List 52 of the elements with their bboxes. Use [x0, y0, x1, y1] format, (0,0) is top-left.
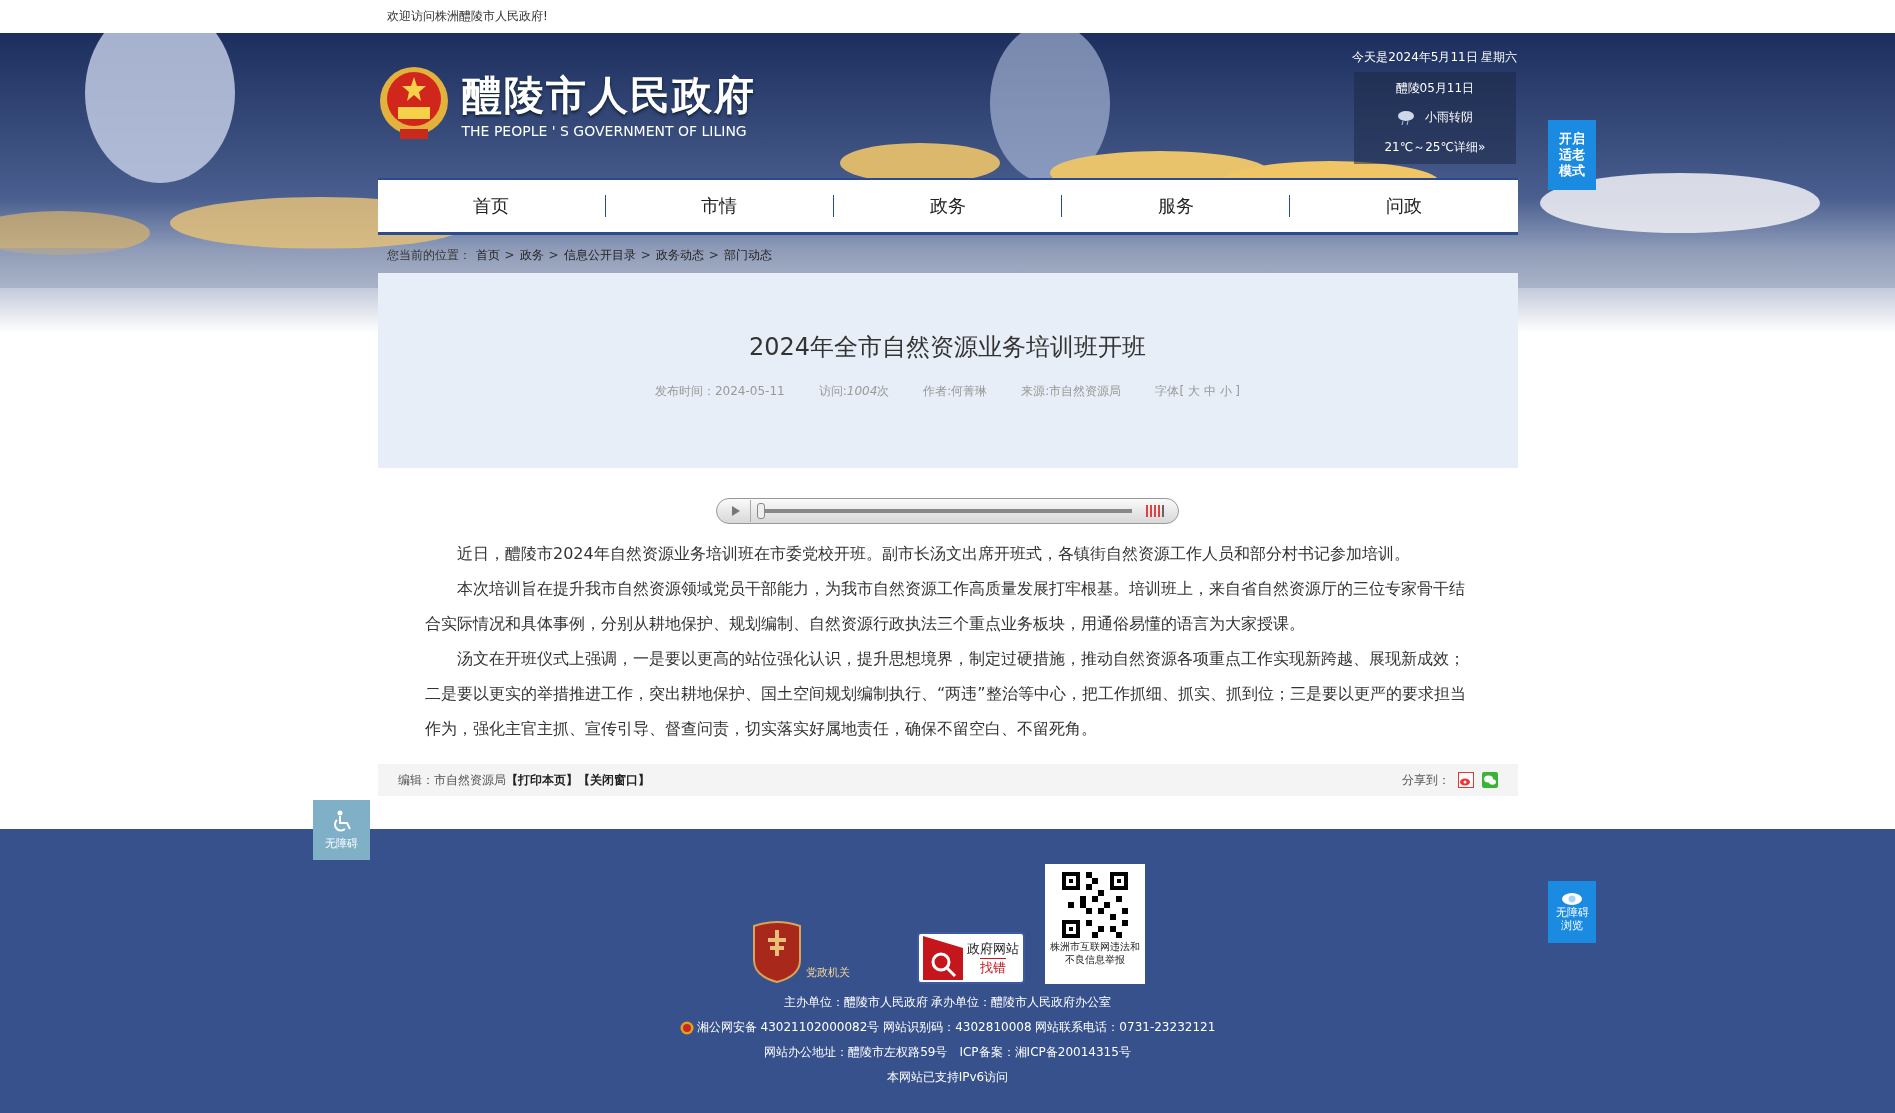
- nav-item[interactable]: 政务: [832, 195, 1062, 217]
- footer-info: 主办单位：醴陵市人民政府 承办单位：醴陵市人民政府办公室: [783, 994, 1112, 1011]
- footer-link[interactable]: 【打印本页】: [505, 771, 578, 789]
- eye-icon: [1561, 892, 1583, 906]
- site-title: 醴陵市人民政府: [461, 70, 756, 120]
- accessible-browse-button[interactable]: 无障碍浏览: [1548, 881, 1596, 943]
- find-error-badge[interactable]: 政府网站 找错: [917, 932, 1025, 984]
- article-meta: 发布时间：2024-05-11: [654, 383, 785, 400]
- weibo-icon[interactable]: [1457, 772, 1474, 788]
- article-meta: 来源:市自然资源局: [1021, 383, 1122, 400]
- breadcrumb-separator: >: [640, 248, 651, 262]
- share-label: 分享到：: [1401, 771, 1450, 789]
- breadcrumb-separator: >: [708, 248, 719, 262]
- breadcrumb-link[interactable]: 政务动态: [655, 246, 704, 264]
- breadcrumb-link[interactable]: 首页: [475, 246, 500, 264]
- article-meta: 作者:何菁琳: [923, 383, 988, 400]
- elder-mode-button[interactable]: 开启适老模式: [1548, 120, 1596, 190]
- qr-code-card[interactable]: 株洲市互联网违法和不良信息举报: [1045, 864, 1145, 984]
- footer-info: 湘公网安备 43021102000082号 网站识别码：4302810008 网站联系电话：0731-23232121: [696, 1019, 1216, 1036]
- welcome-text: 欢迎访问株洲醴陵市人民政府!: [387, 8, 548, 25]
- party-badge-label: 党政机关: [806, 965, 850, 980]
- nav-item[interactable]: 首页: [377, 195, 605, 217]
- breadcrumb-separator: >: [504, 248, 515, 262]
- wechat-icon[interactable]: [1481, 772, 1498, 788]
- article-paragraph: 本次培训旨在提升我市自然资源领域党员干部能力，为我市自然资源工作高质量发展打牢根基。培训班上，来自省自然资源厅的三位专家骨干结合实际情况和具体事例，分别从耕地保护、规划编制、自然资源行政执法三个重点业务板块，用通俗易懂的语言为大家授课。: [425, 578, 1466, 635]
- nav-item[interactable]: 服务: [1061, 195, 1290, 217]
- footer-info: 网站办公地址：醴陵市左权路59号 ICP备案：湘ICP备20014315号: [764, 1044, 1131, 1061]
- article-title: 2024年全市自然资源业务培训班开班: [748, 332, 1147, 363]
- footer-info: 本网站已支持IPv6访问: [886, 1069, 1009, 1086]
- party-government-badge[interactable]: [750, 920, 804, 984]
- rain-cloud-icon: [1396, 110, 1415, 126]
- footer-link[interactable]: 【关闭窗口】: [577, 771, 650, 789]
- breadcrumb-separator: >: [548, 248, 559, 262]
- article-meta: 访问:1004次: [818, 383, 890, 400]
- breadcrumb-link[interactable]: 部门动态: [723, 246, 772, 264]
- nav-item[interactable]: 问政: [1289, 195, 1518, 217]
- site-subtitle: THE PEOPLE ' S GOVERNMENT OF LILING: [461, 122, 748, 139]
- weather-date: 醴陵05月11日: [1395, 80, 1475, 98]
- article-paragraph: 近日，醴陵市2024年自然资源业务培训班在市委党校开班。副市长汤文出席开班式，各镇街自然资源工作人员和部分村书记参加培训。: [456, 543, 1411, 565]
- breadcrumb-label: 您当前的位置：: [386, 246, 471, 264]
- date-text: 今天是2024年5月11日 星期六: [1352, 49, 1518, 66]
- editor-text: 编辑：市自然资源局: [397, 771, 506, 789]
- breadcrumb-link[interactable]: 政务: [519, 246, 544, 264]
- play-icon: [731, 506, 740, 516]
- nav-item[interactable]: 市情: [604, 195, 833, 217]
- article-paragraph: 汤文在开班仪式上强调，一是要以更高的站位强化认识，提升思想境界，制定过硬措施，推动自然资源各项重点工作实现新跨越、展现新成效；二是要以更实的举措推进工作，突出耕地保护、国土空间规划编制执行、“两违”整治等中心，把工作抓细、抓实、抓到位；三是要以更严的要求担当作为，强化主官主抓、宣传引导、督查问责，切实落实好属地责任，确保不留空白、不留死角。: [425, 648, 1467, 740]
- police-badge-icon: [679, 1020, 694, 1035]
- progress-thumb[interactable]: [757, 503, 765, 519]
- qr-code-icon: [1062, 872, 1128, 938]
- weather-temperature[interactable]: 21℃～25℃详细»: [1384, 138, 1486, 156]
- weather-condition: 小雨转阴: [1424, 109, 1473, 127]
- breadcrumb-link[interactable]: 信息公开目录: [563, 246, 636, 264]
